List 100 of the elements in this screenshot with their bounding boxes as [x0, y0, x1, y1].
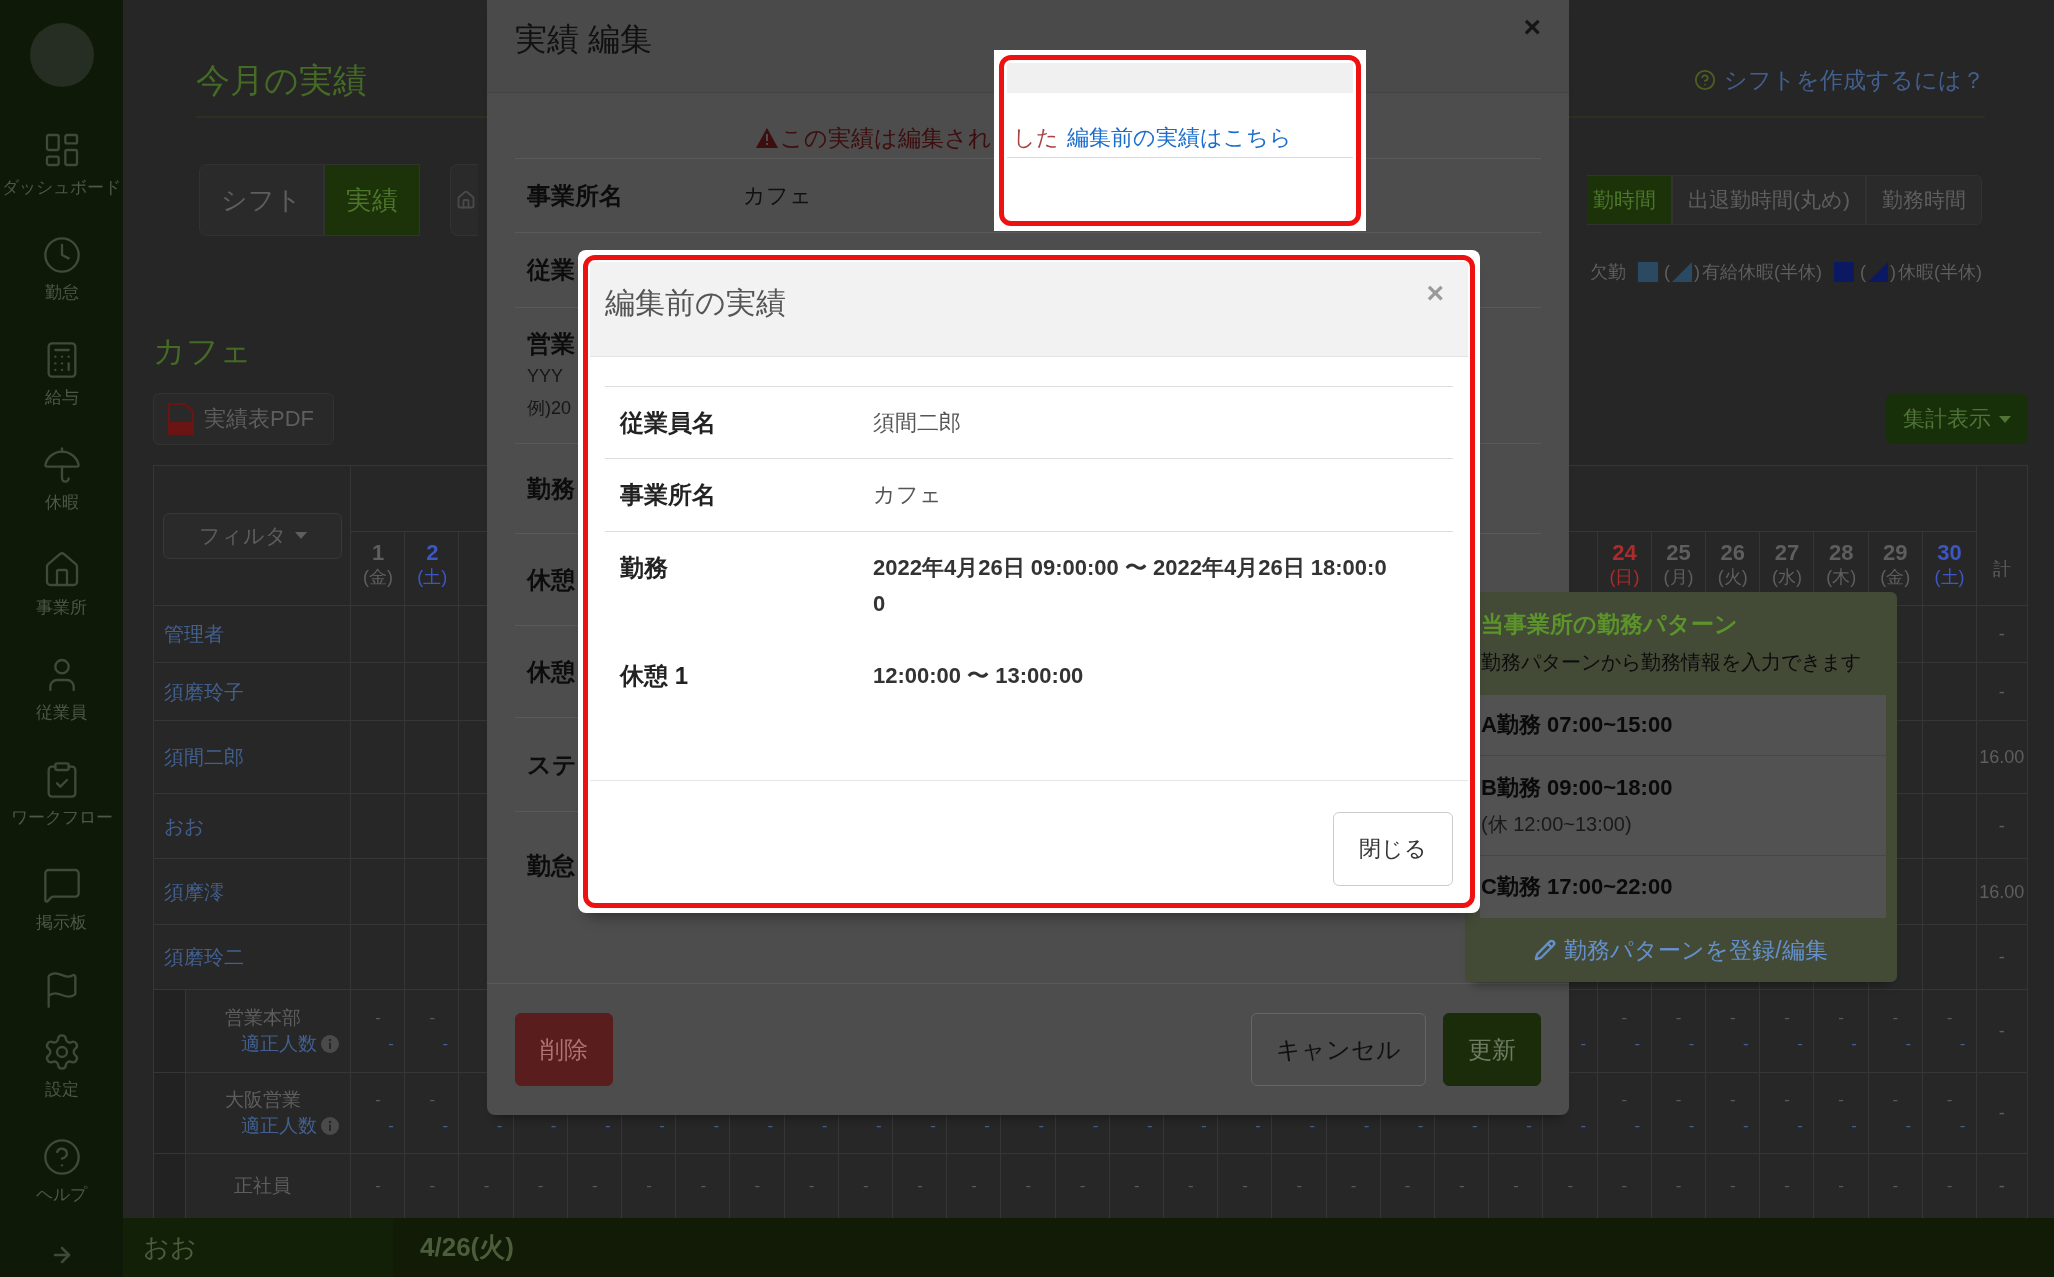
weekday-label: (日): [1609, 566, 1640, 588]
delete-button[interactable]: 削除: [515, 1013, 613, 1086]
value-dash: -: [1580, 1115, 1587, 1137]
employee-name-link[interactable]: 須磨玲二: [164, 944, 244, 970]
weekday-label: (土): [1934, 566, 1965, 588]
pattern-option[interactable]: C勤務 17:00~22:00: [1480, 856, 1886, 918]
value-dash: -: [1621, 1007, 1628, 1029]
sidebar-item[interactable]: 従業員: [36, 655, 87, 725]
value-dash: -: [1838, 1007, 1844, 1029]
value-dash: -: [1784, 1175, 1790, 1197]
value-dash: -: [1133, 1175, 1140, 1197]
field-value: カフェ: [873, 482, 942, 507]
sidebar-item[interactable]: ダッシュボード: [2, 130, 121, 200]
field-label: 休憩: [527, 564, 575, 595]
house-icon: [456, 190, 476, 210]
employee-name-link[interactable]: 須磨玲子: [164, 678, 244, 705]
value-dash: -: [1784, 1089, 1790, 1111]
staffing-label[interactable]: 適正人数: [241, 1113, 317, 1139]
view-toggle-button[interactable]: 勤時間: [1587, 175, 1672, 225]
sidebar-item[interactable]: 勤怠: [41, 235, 82, 305]
value-dash: -: [1634, 1115, 1641, 1137]
caret-down-icon: [294, 532, 307, 539]
value-dash: -: [1729, 1089, 1736, 1111]
sidebar-item[interactable]: 休暇: [41, 445, 82, 515]
home-button[interactable]: [450, 164, 478, 236]
field-value: 12:00:00 〜 13:00:00: [873, 663, 1084, 688]
value-dash: -: [808, 1175, 815, 1197]
value-dash: -: [1675, 1089, 1682, 1111]
panel-title: 当事業所の勤務パターン: [1481, 610, 1738, 639]
sidebar-item[interactable]: 給与: [41, 340, 82, 410]
day-number: 24: [1612, 540, 1637, 566]
value-dash: -: [1946, 1175, 1953, 1197]
info-icon[interactable]: [321, 1035, 339, 1053]
value-dash: -: [1838, 1089, 1844, 1111]
value-dash: -: [1567, 1175, 1574, 1197]
sidebar-item[interactable]: ワークフロー: [10, 760, 113, 830]
value-dash: -: [592, 1175, 598, 1197]
value-dash: -: [917, 1175, 923, 1197]
day-number: 30: [1937, 540, 1962, 566]
sidebar-item[interactable]: 設定: [41, 1032, 82, 1102]
update-button[interactable]: 更新: [1443, 1013, 1541, 1086]
value-dash: -: [1092, 1115, 1099, 1137]
total-value: -: [1998, 1020, 2005, 1043]
value-dash: -: [1742, 1115, 1749, 1137]
close-button[interactable]: ×: [1426, 278, 1444, 308]
employee-name-link[interactable]: 須摩澪: [164, 878, 224, 905]
field-label: 従業員名: [620, 409, 716, 436]
field-label: 事業所名: [527, 180, 623, 211]
value-dash: -: [1959, 1033, 1966, 1055]
value-dash: -: [1417, 1115, 1424, 1137]
value-dash: -: [971, 1175, 977, 1197]
value-dash: -: [862, 1175, 869, 1197]
value-dash: -: [767, 1115, 774, 1137]
cancel-button[interactable]: キャンセル: [1251, 1013, 1426, 1086]
value-dash: -: [1621, 1175, 1628, 1197]
value-dash: -: [1959, 1115, 1966, 1137]
value-dash: -: [1675, 1175, 1682, 1197]
close-dialog-button[interactable]: 閉じる: [1333, 812, 1453, 886]
field-label: 勤務: [620, 554, 668, 581]
summary-dropdown-button[interactable]: 集計表示: [1886, 394, 2028, 444]
value-dash: -: [1851, 1115, 1857, 1137]
value-dash: -: [1459, 1175, 1465, 1197]
paren-text: (: [1664, 261, 1670, 284]
modal-title: 実績 編集: [515, 20, 652, 59]
employee-name-link[interactable]: 須間二郎: [164, 744, 244, 770]
value-dash: -: [1350, 1175, 1357, 1197]
value-dash: -: [1363, 1115, 1370, 1137]
employee-name-link[interactable]: おお: [164, 813, 204, 839]
value-dash: -: [1688, 1115, 1695, 1137]
value-dash: -: [1742, 1033, 1749, 1055]
value-dash: -: [1675, 1007, 1682, 1029]
field-label: 営業: [527, 329, 575, 359]
value-dash: -: [483, 1175, 490, 1197]
staffing-label[interactable]: 適正人数: [241, 1031, 317, 1057]
field-label: 事業所名: [620, 481, 716, 508]
value-dash: -: [1905, 1115, 1912, 1137]
page-title: 今月の実績: [196, 60, 367, 100]
sidebar-item[interactable]: 掲示板: [36, 865, 87, 935]
value-dash: -: [1079, 1175, 1086, 1197]
value-dash: -: [713, 1115, 720, 1137]
info-icon[interactable]: [321, 1117, 339, 1135]
previous-record-link[interactable]: 編集前の実績はこちら: [1067, 122, 1292, 153]
total-value: -: [1998, 815, 2005, 838]
value-dash: -: [1784, 1007, 1790, 1029]
value-dash: -: [1688, 1033, 1695, 1055]
panel-subtitle: 勤務パターンから勤務情報を入力できます: [1481, 650, 1861, 675]
value-dash: -: [1025, 1175, 1032, 1197]
employee-name-link[interactable]: 管理者: [164, 621, 224, 647]
sidebar-item[interactable]: ヘルプ: [36, 1137, 87, 1207]
mode-tab[interactable]: 実績: [324, 164, 420, 236]
field-label: 勤怠: [527, 851, 575, 881]
paren-text: ): [1694, 261, 1700, 284]
help-link[interactable]: シフトを作成するには？: [1694, 65, 1985, 95]
total-value: -: [1998, 946, 2005, 969]
sidebar-item[interactable]: 事業所: [36, 550, 87, 620]
value-dash: -: [1038, 1115, 1045, 1137]
edit-patterns-link[interactable]: 勤務パターンを登録/編集: [1534, 935, 1828, 965]
value-dash: -: [1851, 1033, 1857, 1055]
paren-text: ): [1890, 261, 1896, 284]
close-button[interactable]: ×: [1523, 12, 1541, 42]
